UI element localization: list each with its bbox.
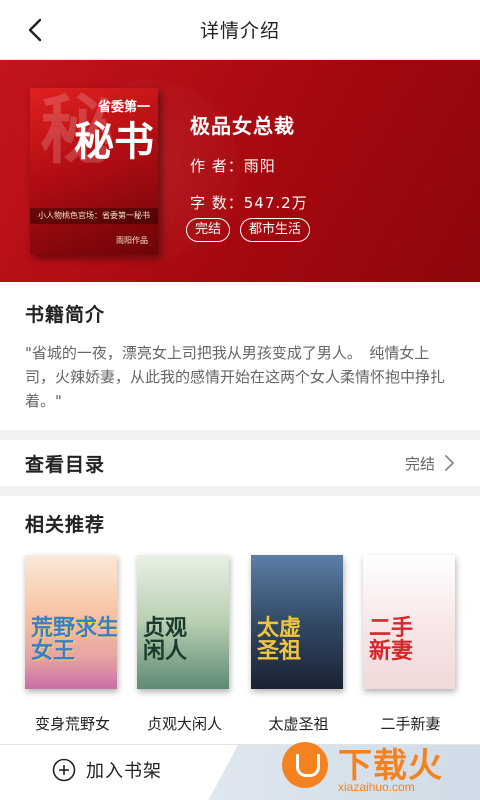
recommend-heading: 相关推荐 [25,514,106,536]
add-to-shelf-label: 加入书架 [86,761,162,782]
page-title: 详情介绍 [199,20,280,42]
recommend-item[interactable]: 荒野求生 女王 变身荒野女 [25,555,120,734]
recommend-cover: 贞观 闲人 [137,555,229,689]
recommend-title: 贞观大闲人 [146,715,222,733]
recommend-item[interactable]: 贞观 闲人 贞观大闲人 [137,555,232,734]
recommend-title: 太虚圣祖 [268,715,329,733]
cover-subtitle: 省委第一 [97,100,150,115]
book-info: 极品女总裁 作 者：雨阳 字 数：547.2万 [190,110,308,213]
tag-category[interactable]: 都市生活 [240,218,311,242]
recommend-list: 荒野求生 女王 变身荒野女 贞观 闲人 贞观大闲人 太虚 圣祖 太虚圣祖 二手 … [25,555,455,735]
cover-author: 雨阳作品 [116,236,148,245]
intro-text: "省城的一夜，漂亮女上司把我从男孩变成了男人。 纯情女上司，火辣娇妻，从此我的感… [25,344,446,410]
catalog-label: 查看目录 [25,453,106,476]
book-tags: 完结 都市生活 [186,218,311,242]
catalog-status: 完结 [404,454,435,473]
recommend-section: 相关推荐 荒野求生 女王 变身荒野女 贞观 闲人 贞观大闲人 太虚 圣祖 太虚圣… [0,496,480,744]
recommend-title: 二手新妻 [380,715,441,733]
watermark-logo-icon [282,742,328,788]
watermark-url: xiazaihuo.com [338,780,415,794]
cover-lettering: 荒野求生 女王 [31,614,117,664]
plus-circle-icon [52,758,76,782]
cover-tagline: 小人物桃色官场：省委第一秘书 [30,208,158,224]
recommend-title: 变身荒野女 [34,715,110,733]
book-word-count: 字 数：547.2万 [190,194,308,212]
back-icon[interactable] [22,16,50,44]
book-author: 作 者：雨阳 [190,157,276,175]
watermark: 下载火 xiazaihuo.com [262,734,480,800]
recommend-cover: 荒野求生 女王 [25,555,117,689]
cover-lettering: 贞观 闲人 [143,614,188,664]
tag-status[interactable]: 完结 [186,218,231,242]
cover-lettering: 太虚 圣祖 [257,614,302,664]
recommend-item[interactable]: 太虚 圣祖 太虚圣祖 [251,555,346,734]
book-cover: 秘 省委第一 秘书 小人物桃色官场：省委第一秘书 雨阳作品 [30,88,158,254]
cover-lettering: 二手 新妻 [369,614,414,664]
recommend-cover: 太虚 圣祖 [251,555,343,689]
view-catalog-row[interactable]: 查看目录 完结 [0,440,480,486]
recommend-item[interactable]: 二手 新妻 二手新妻 [363,555,458,734]
top-bar: 详情介绍 [0,0,480,60]
add-to-shelf-button[interactable]: 加入书架 [52,757,162,783]
chevron-right-icon [445,455,454,471]
recommend-cover: 二手 新妻 [363,555,455,689]
book-title: 极品女总裁 [190,114,295,138]
intro-heading: 书籍简介 [25,304,106,326]
cover-title: 秘书 [74,118,154,165]
book-intro-section: 书籍简介 "省城的一夜，漂亮女上司把我从男孩变成了男人。 纯情女上司，火辣娇妻，… [0,282,480,430]
book-hero: 秘 省委第一 秘书 小人物桃色官场：省委第一秘书 雨阳作品 极品女总裁 作 者：… [0,60,480,282]
